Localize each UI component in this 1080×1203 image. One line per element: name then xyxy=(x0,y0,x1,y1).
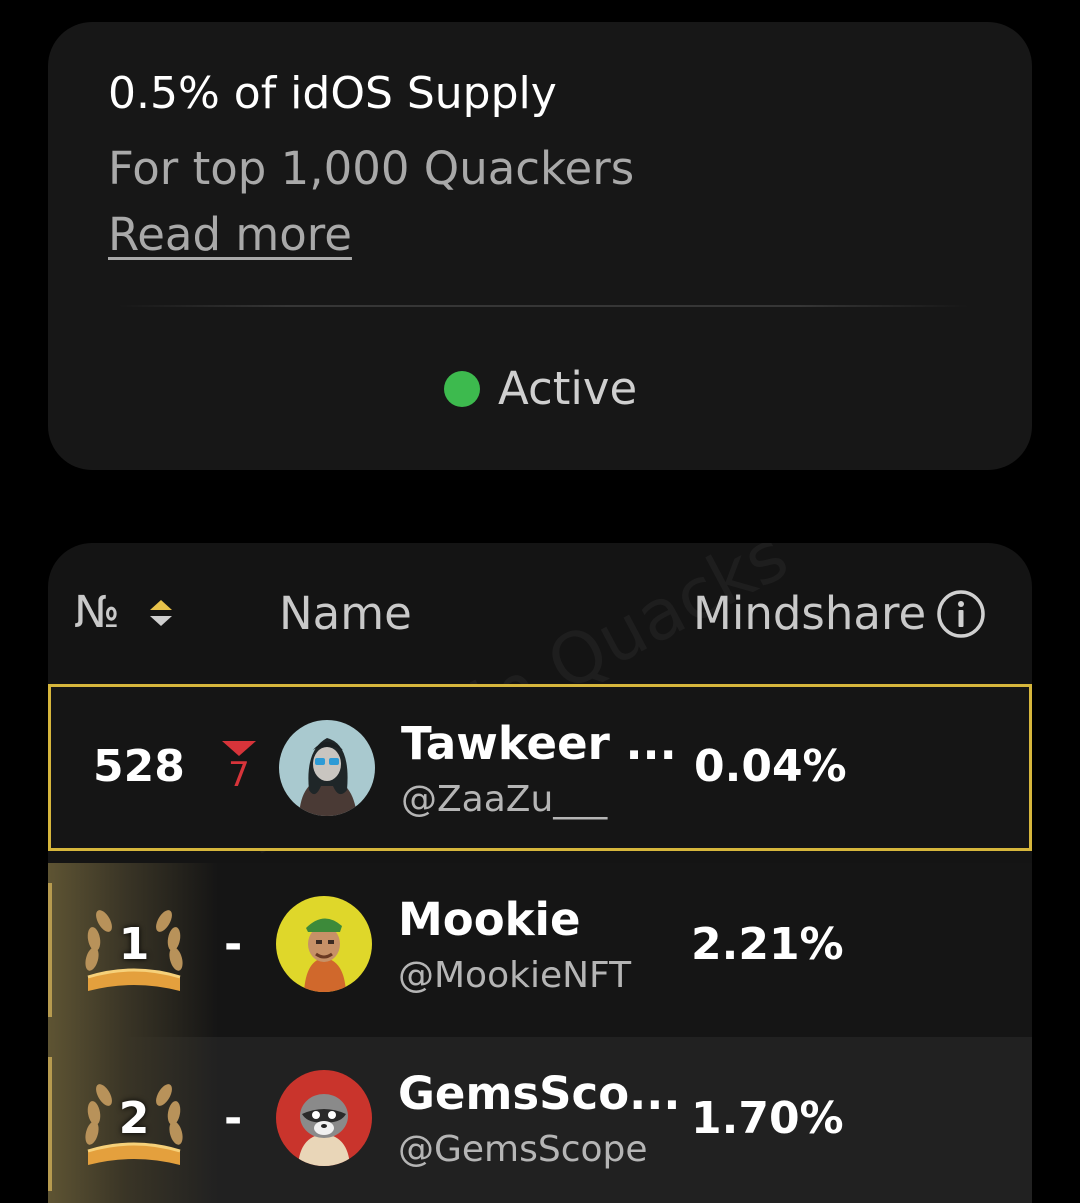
rank-change: - xyxy=(224,919,243,970)
rank-number: 2 xyxy=(118,1093,150,1144)
table-row[interactable]: 1 - Mookie @MookieNFT 2.21% xyxy=(48,863,1032,1037)
gold-rank-edge xyxy=(48,1057,52,1191)
divider xyxy=(118,305,968,307)
read-more-link[interactable]: Read more xyxy=(108,208,352,261)
name-column-header: Name xyxy=(279,587,412,640)
status-text: Active xyxy=(498,362,638,415)
reward-subtitle: For top 1,000 Quackers xyxy=(108,142,635,195)
reward-title: 0.5% of idOS Supply xyxy=(108,68,557,119)
gold-rank-edge xyxy=(48,883,52,1017)
rank-change: 7 xyxy=(219,741,259,792)
rank-column-header[interactable]: № xyxy=(74,587,174,638)
user-display-name[interactable]: Tawkeer ... xyxy=(401,717,677,770)
leaderboard-table: Wallchain Quacks № Name Mindshare 528 7 xyxy=(48,543,1032,1203)
mindshare-column-header: Mindshare xyxy=(693,587,986,640)
rank-number: 528 xyxy=(93,741,185,792)
user-handle[interactable]: @GemsScope xyxy=(398,1129,648,1170)
reward-card: 0.5% of idOS Supply For top 1,000 Quacke… xyxy=(48,22,1032,470)
user-display-name[interactable]: Mookie xyxy=(398,893,580,946)
sort-icon[interactable] xyxy=(148,598,174,628)
user-handle[interactable]: @MookieNFT xyxy=(398,955,631,996)
rank-change: - xyxy=(224,1093,243,1144)
rank-change-value: 7 xyxy=(228,755,250,795)
avatar[interactable] xyxy=(276,1070,372,1166)
status-dot-icon xyxy=(444,370,480,407)
avatar[interactable] xyxy=(279,720,375,816)
info-icon[interactable] xyxy=(936,589,986,639)
rank-header-label: № xyxy=(74,587,120,638)
rank-number: 1 xyxy=(118,919,150,970)
table-row[interactable]: 2 - GemsSco... @GemsScope 1.70% xyxy=(48,1037,1032,1203)
table-row-current-user[interactable]: 528 7 Tawkeer ... @ZaaZu___ 0.04% xyxy=(48,684,1032,851)
user-handle[interactable]: @ZaaZu___ xyxy=(401,779,607,820)
mindshare-value: 2.21% xyxy=(691,919,844,970)
rank-down-arrow-icon xyxy=(222,741,256,756)
mindshare-header-label: Mindshare xyxy=(693,587,927,640)
table-header: № Name Mindshare xyxy=(48,543,1032,685)
user-display-name[interactable]: GemsSco... xyxy=(398,1067,680,1120)
mindshare-value: 1.70% xyxy=(691,1093,844,1144)
avatar[interactable] xyxy=(276,896,372,992)
mindshare-value: 0.04% xyxy=(694,741,847,792)
status-indicator: Active xyxy=(444,362,637,415)
